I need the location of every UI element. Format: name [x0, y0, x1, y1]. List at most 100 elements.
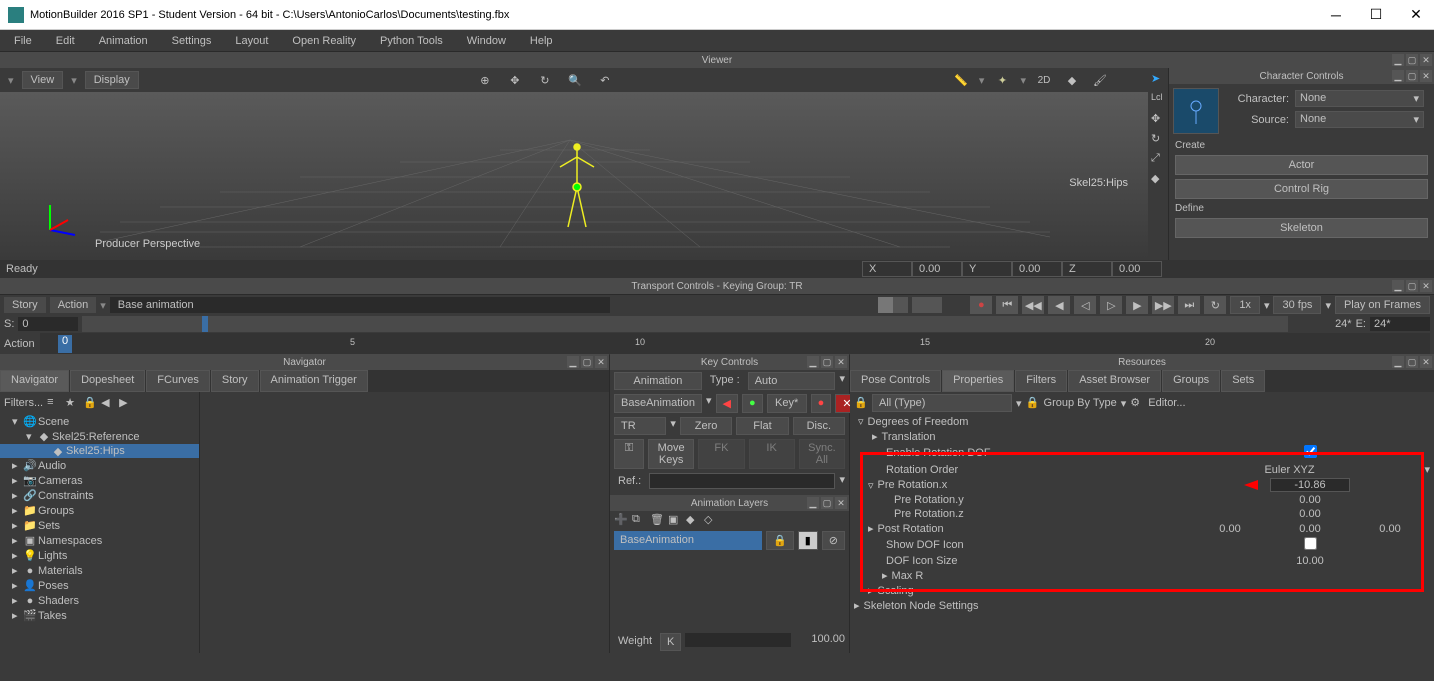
menu-open-reality[interactable]: Open Reality — [282, 33, 366, 49]
tree-item-groups[interactable]: ▸📁Groups — [0, 503, 199, 518]
take-selector[interactable]: Base animation — [110, 297, 610, 313]
loop-button[interactable]: ↻ — [1204, 296, 1226, 314]
viewer-close-icon[interactable]: ✕ — [1420, 54, 1432, 66]
prop-lock-icon[interactable]: 🔒 — [854, 396, 868, 410]
dof-header[interactable]: Degrees of Freedom — [864, 416, 1430, 428]
res-max-icon[interactable]: ▢ — [1406, 356, 1418, 368]
control-rig-button[interactable]: Control Rig — [1175, 179, 1428, 199]
key-close-icon[interactable]: ✕ — [835, 356, 847, 368]
editor-gear-icon[interactable]: ⚙ — [1130, 396, 1144, 410]
tree-item-sets[interactable]: ▸📁Sets — [0, 518, 199, 533]
tree-item-namespaces[interactable]: ▸▣Namespaces — [0, 533, 199, 548]
start-frame-input[interactable]: 0 — [18, 317, 78, 331]
type-select[interactable]: Auto — [748, 372, 836, 390]
menu-settings[interactable]: Settings — [162, 33, 222, 49]
coord-y-value[interactable]: 0.00 — [1012, 261, 1062, 277]
tree-item-materials[interactable]: ▸●Materials — [0, 563, 199, 578]
display-button[interactable]: Display — [85, 71, 139, 89]
animation-toggle[interactable]: Animation — [614, 372, 702, 390]
move-tool-icon[interactable]: ✥ — [505, 70, 525, 90]
action-tab[interactable]: Action — [50, 297, 97, 313]
transport-max-icon[interactable]: ▢ — [1406, 280, 1418, 292]
key-button[interactable]: Key* — [767, 394, 807, 413]
2d-toggle[interactable]: 2D — [1034, 70, 1054, 90]
zero-button[interactable]: Zero — [680, 417, 732, 435]
tree-item-lights[interactable]: ▸💡Lights — [0, 548, 199, 563]
filter-star-icon[interactable]: ★ — [65, 396, 79, 410]
character-thumbnail[interactable] — [1173, 88, 1219, 134]
viewer-min-icon[interactable]: ▁ — [1392, 54, 1404, 66]
coord-x-value[interactable]: 0.00 — [912, 261, 962, 277]
tree-item-cameras[interactable]: ▸📷Cameras — [0, 473, 199, 488]
layer-mute-icon[interactable]: ⊘ — [822, 531, 845, 550]
layer-lock-icon[interactable]: 🔒 — [766, 531, 794, 550]
viewer-dropdown-left[interactable]: ▾ — [8, 74, 14, 87]
skel-settings-label[interactable]: Skeleton Node Settings — [860, 600, 1430, 612]
tab-anim-trigger[interactable]: Animation Trigger — [260, 370, 368, 392]
filter-dropdown-icon[interactable]: ▾ — [1016, 397, 1022, 410]
rate-dropdown-icon[interactable]: ▾ — [1264, 299, 1270, 312]
menu-window[interactable]: Window — [457, 33, 516, 49]
play-back-button[interactable]: ◁ — [1074, 296, 1096, 314]
menu-edit[interactable]: Edit — [46, 33, 85, 49]
nav-min-icon[interactable]: ▁ — [567, 356, 579, 368]
add-layer-icon[interactable]: ➕ — [614, 513, 628, 527]
fps-dropdown-icon[interactable]: ▾ — [1325, 299, 1331, 312]
translation-group[interactable]: Translation — [878, 431, 1430, 443]
layer-icon-a[interactable]: ◆ — [686, 513, 700, 527]
tr-select[interactable]: TR — [614, 417, 666, 435]
ref-dropdown-icon[interactable]: ▾ — [839, 473, 845, 489]
close-button[interactable]: ✕ — [1406, 5, 1426, 25]
undo-tool-icon[interactable]: ↶ — [595, 70, 615, 90]
filter-lock-icon[interactable]: 🔒 — [83, 396, 97, 410]
scale-icon[interactable]: ⤢ — [1151, 152, 1165, 166]
step-back-button[interactable]: ◀◀ — [1022, 296, 1044, 314]
nav-close-icon[interactable]: ✕ — [595, 356, 607, 368]
tree-item-takes[interactable]: ▸🎬Takes — [0, 608, 199, 623]
goto-start-button[interactable]: ⏮ — [996, 296, 1018, 314]
disc-button[interactable]: Disc. — [793, 417, 845, 435]
play-forward-button[interactable]: ▷ — [1100, 296, 1122, 314]
view-button[interactable]: View — [22, 71, 64, 89]
ik-button[interactable]: IK — [749, 439, 795, 469]
tab-sets[interactable]: Sets — [1221, 370, 1265, 392]
transform-icon[interactable]: ◆ — [1151, 172, 1165, 186]
weight-key-icon[interactable]: K — [660, 633, 681, 651]
flat-button[interactable]: Flat — [736, 417, 788, 435]
ruler-icon[interactable]: 📏 — [951, 70, 971, 90]
next-key-icon[interactable]: ● — [811, 394, 832, 413]
brush-tool-icon[interactable]: 🖌 — [1090, 70, 1110, 90]
tree-item-skel25-hips[interactable]: ◆Skel25:Hips — [0, 444, 199, 458]
viewer-max-icon[interactable]: ▢ — [1406, 54, 1418, 66]
layers-min-icon[interactable]: ▁ — [807, 497, 819, 509]
source-select[interactable]: None▾ — [1295, 111, 1424, 128]
timeline-playhead[interactable] — [202, 316, 208, 332]
ruler-dropdown-icon[interactable]: ▾ — [979, 74, 985, 87]
tab-asset-browser[interactable]: Asset Browser — [1068, 370, 1161, 392]
tab-dopesheet[interactable]: Dopesheet — [70, 370, 145, 392]
display-dropdown-icon[interactable]: ▾ — [71, 74, 77, 87]
filter-type-select[interactable]: All (Type) — [872, 394, 1012, 412]
character-select[interactable]: None▾ — [1295, 90, 1424, 107]
menu-file[interactable]: File — [4, 33, 42, 49]
record-button[interactable]: ● — [970, 296, 992, 314]
key-max-icon[interactable]: ▢ — [821, 356, 833, 368]
sync-all-button[interactable]: Sync. All — [799, 439, 845, 469]
fps-selector[interactable]: 30 fps — [1273, 296, 1321, 314]
filters-label[interactable]: Filters... — [4, 397, 43, 409]
group-dropdown-icon[interactable]: ▾ — [1121, 397, 1127, 410]
tab-fcurves[interactable]: FCurves — [146, 370, 210, 392]
weight-value[interactable]: 100.00 — [795, 633, 845, 651]
layers-close-icon[interactable]: ✕ — [835, 497, 847, 509]
dup-layer-icon[interactable]: ⧉ — [632, 513, 646, 527]
key-min-icon[interactable]: ▁ — [807, 356, 819, 368]
filter-lines-icon[interactable]: ≡ — [47, 396, 61, 410]
editor-link[interactable]: Editor... — [1148, 397, 1185, 409]
cursor-icon[interactable]: ➤ — [1151, 72, 1165, 86]
tab-navigator[interactable]: Navigator — [0, 370, 69, 392]
merge-layer-icon[interactable]: ▣ — [668, 513, 682, 527]
layers-max-icon[interactable]: ▢ — [821, 497, 833, 509]
weight-slider[interactable] — [685, 633, 791, 647]
menu-layout[interactable]: Layout — [225, 33, 278, 49]
maximize-button[interactable]: ☐ — [1366, 5, 1386, 25]
